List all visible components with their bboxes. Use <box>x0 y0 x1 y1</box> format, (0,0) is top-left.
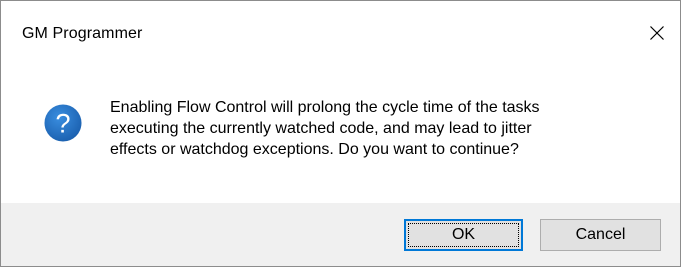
window-title: GM Programmer <box>22 25 143 42</box>
cancel-button-label: Cancel <box>575 226 626 243</box>
cancel-button[interactable]: Cancel <box>540 219 661 251</box>
button-bar: OK Cancel <box>1 203 680 266</box>
question-icon: ? <box>44 104 82 142</box>
ok-button-label: OK <box>451 226 476 243</box>
close-icon <box>649 25 665 41</box>
dialog-message: Enabling Flow Control will prolong the c… <box>110 99 540 158</box>
dialog-content: ? Enabling Flow Control will prolong the… <box>1 64 680 203</box>
close-button[interactable] <box>634 1 680 64</box>
ok-button[interactable]: OK <box>404 219 523 251</box>
title-bar[interactable]: GM Programmer <box>1 1 680 64</box>
svg-text:?: ? <box>55 109 70 139</box>
message-dialog: GM Programmer ? Enabling Flow Control wi… <box>0 0 681 267</box>
